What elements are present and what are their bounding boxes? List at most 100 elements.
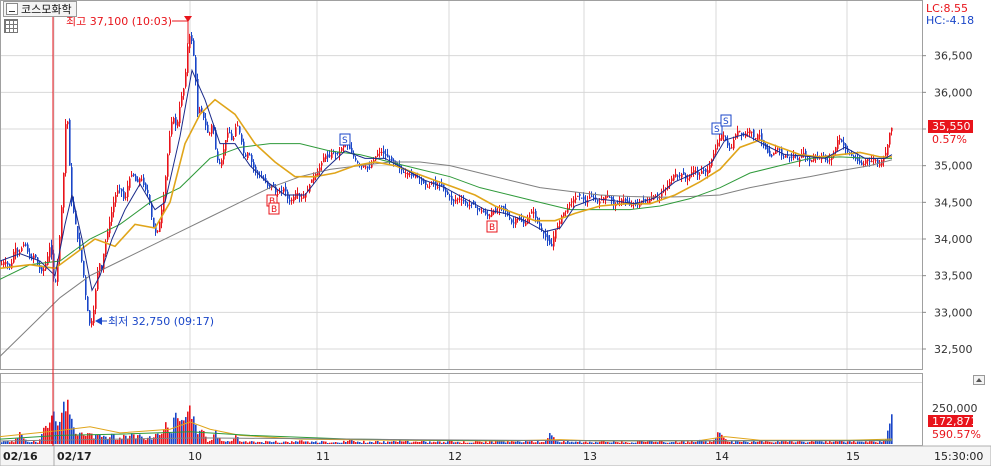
volume-bar — [627, 442, 629, 444]
volume-bar — [419, 441, 421, 444]
grid-toggle-icon[interactable] — [4, 19, 18, 33]
expand-volume-icon[interactable] — [973, 375, 985, 385]
candle-body — [221, 160, 223, 166]
candle-body — [237, 125, 239, 127]
volume-bar — [209, 440, 211, 444]
volume-bar — [739, 441, 741, 444]
candle-body — [383, 150, 385, 154]
candle-body — [385, 154, 387, 156]
volume-bar — [749, 442, 751, 444]
volume-panel-frame — [0, 373, 923, 446]
volume-bar — [281, 442, 283, 444]
candle-body — [89, 310, 91, 324]
volume-bar — [503, 441, 505, 444]
volume-bar — [711, 442, 713, 444]
volume-bar — [789, 441, 791, 444]
candle-body — [863, 163, 865, 166]
minimize-icon[interactable] — [6, 3, 18, 15]
candle-body — [643, 199, 645, 201]
volume-bar — [873, 441, 875, 444]
volume-bar — [381, 442, 383, 444]
volume-bar — [187, 411, 189, 444]
volume-bar — [633, 442, 635, 444]
candle-body — [871, 161, 873, 163]
volume-bar — [807, 442, 809, 444]
volume-bar — [613, 441, 615, 444]
volume-bar — [599, 441, 601, 444]
candle-body — [885, 152, 887, 156]
candle-body — [569, 204, 571, 206]
volume-bar — [289, 442, 291, 444]
candle-body — [203, 111, 205, 118]
volume-bar — [333, 442, 335, 444]
volume-bar — [671, 442, 673, 444]
volume-bar — [683, 441, 685, 444]
volume-bar — [573, 442, 575, 444]
volume-bar — [317, 442, 319, 444]
volume-bar — [253, 441, 255, 444]
candle-body — [25, 244, 27, 246]
candle-body — [61, 207, 63, 239]
volume-bar — [283, 441, 285, 444]
volume-bar — [533, 442, 535, 444]
volume-bar — [119, 437, 121, 444]
volume-bar — [817, 441, 819, 444]
volume-bar — [185, 417, 187, 444]
candle-body — [319, 167, 321, 171]
candle-body — [189, 36, 191, 49]
candle-body — [143, 177, 145, 185]
candle-body — [437, 186, 439, 188]
candle-body — [379, 151, 381, 153]
candle-body — [553, 236, 555, 247]
volume-bar — [223, 441, 225, 444]
volume-bar — [847, 441, 849, 444]
volume-bar — [687, 441, 689, 444]
volume-bar — [697, 441, 699, 444]
price-tick-label: 32,500 — [934, 343, 973, 356]
time-tick-label: 11 — [316, 450, 330, 463]
candle-body — [461, 199, 463, 201]
volume-bar — [429, 441, 431, 444]
volume-bar — [407, 440, 409, 444]
volume-bar — [457, 441, 459, 444]
candle-body — [779, 149, 781, 151]
candle-body — [707, 170, 709, 175]
volume-bar — [771, 442, 773, 444]
volume-bar — [491, 441, 493, 444]
candle-body — [625, 199, 627, 202]
candle-body — [183, 88, 185, 96]
volume-bar — [221, 440, 223, 444]
candle-body — [471, 203, 473, 205]
volume-bar — [725, 439, 727, 444]
volume-bar — [781, 441, 783, 444]
sell-signal-3: S — [720, 114, 732, 127]
candle-body — [5, 262, 7, 264]
candle-body — [613, 199, 615, 205]
stock-title-box[interactable]: 코스모화학 — [3, 1, 77, 17]
volume-bar — [67, 399, 69, 444]
candle-body — [827, 160, 829, 162]
stock-chart[interactable]: 최고 37,100 (10:03) 최저 32,750 (09:17) S S … — [0, 0, 991, 466]
candle-body — [341, 148, 343, 151]
volume-bar — [481, 442, 483, 444]
high-label: 최고 37,100 (10:03) — [66, 15, 172, 28]
volume-bar — [819, 441, 821, 444]
candle-body — [731, 147, 733, 149]
volume-bar — [869, 441, 871, 444]
volume-bar — [863, 442, 865, 444]
volume-bar — [263, 442, 265, 444]
candle-body — [793, 155, 795, 159]
low-annotation: 최저 32,750 (09:17) — [95, 315, 214, 328]
volume-bar — [849, 441, 851, 444]
candle-body — [693, 170, 695, 173]
volume-bar — [339, 442, 341, 444]
candle-body — [223, 149, 225, 160]
candle-body — [279, 192, 281, 194]
volume-bar — [883, 440, 885, 444]
candle-body — [687, 178, 689, 180]
candle-body — [865, 160, 867, 164]
volume-bar — [57, 425, 59, 444]
volume-bar — [433, 441, 435, 444]
volume-bar — [583, 442, 585, 444]
volume-bar — [775, 442, 777, 444]
